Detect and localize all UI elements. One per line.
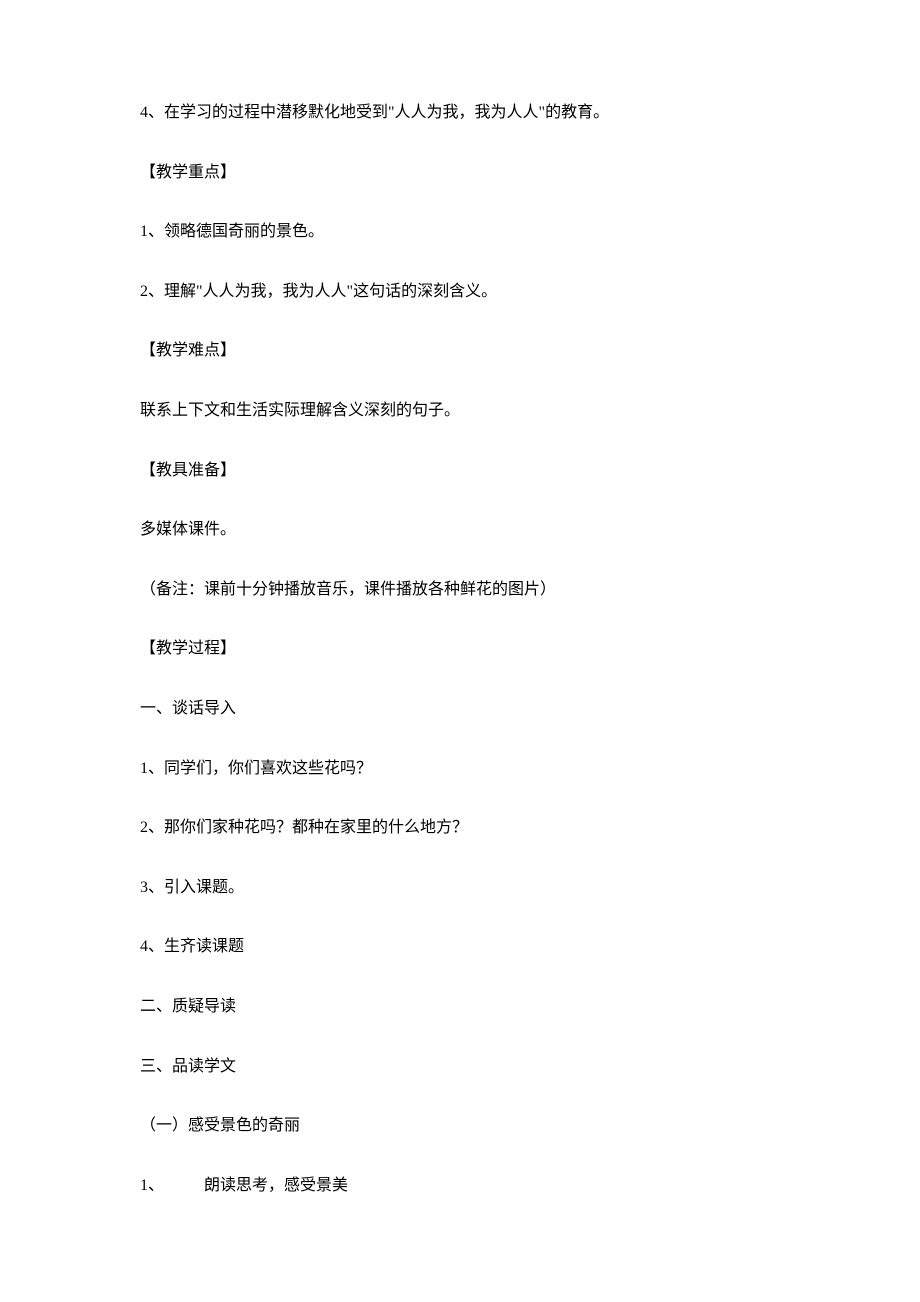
- body-line: 多媒体课件。: [140, 517, 780, 543]
- section-heading: 【教学重点】: [140, 160, 780, 186]
- subsection-heading: 二、质疑导读: [140, 994, 780, 1020]
- body-line: 1、 朗读思考，感受景美: [140, 1173, 780, 1199]
- section-heading: 【教学难点】: [140, 338, 780, 364]
- subsection-heading: 一、谈话导入: [140, 696, 780, 722]
- body-line: 3、引入课题。: [140, 875, 780, 901]
- section-heading: 【教学过程】: [140, 636, 780, 662]
- body-line: 2、理解"人人为我，我为人人"这句话的深刻含义。: [140, 279, 780, 305]
- body-line: （一）感受景色的奇丽: [140, 1113, 780, 1139]
- body-line: 联系上下文和生活实际理解含义深刻的句子。: [140, 398, 780, 424]
- body-line: 4、生齐读课题: [140, 934, 780, 960]
- subsection-heading: 三、品读学文: [140, 1054, 780, 1080]
- section-heading: 【教具准备】: [140, 458, 780, 484]
- body-line: 2、那你们家种花吗？都种在家里的什么地方？: [140, 815, 780, 841]
- body-line: （备注：课前十分钟播放音乐，课件播放各种鲜花的图片）: [140, 577, 780, 603]
- body-line: 4、在学习的过程中潜移默化地受到"人人为我，我为人人"的教育。: [140, 100, 780, 126]
- body-line: 1、同学们，你们喜欢这些花吗？: [140, 756, 780, 782]
- document-page: 4、在学习的过程中潜移默化地受到"人人为我，我为人人"的教育。 【教学重点】 1…: [0, 0, 920, 1302]
- body-line: 1、领略德国奇丽的景色。: [140, 219, 780, 245]
